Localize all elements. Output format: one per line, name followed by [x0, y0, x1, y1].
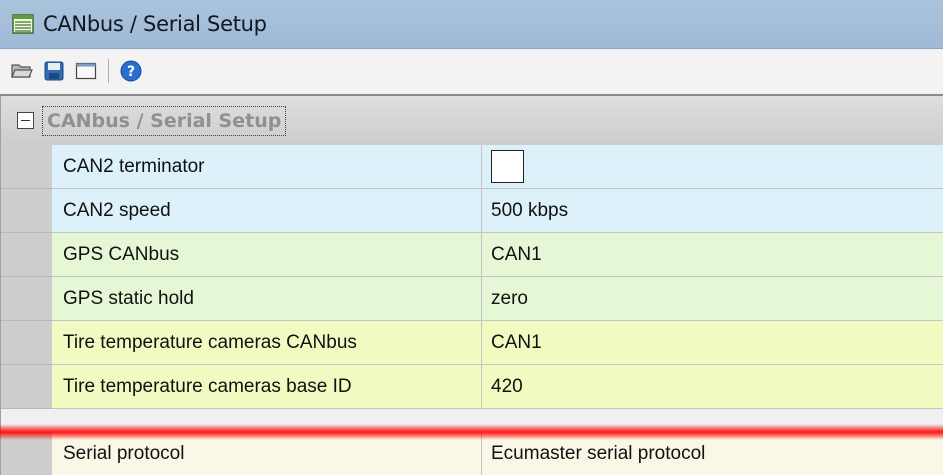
- property-row-can2-terminator[interactable]: CAN2 terminator: [1, 145, 943, 189]
- help-icon[interactable]: ?: [119, 59, 143, 83]
- property-row-gps-static-hold[interactable]: GPS static hold zero: [1, 277, 943, 321]
- property-row-gps-canbus[interactable]: GPS CANbus CAN1: [1, 233, 943, 277]
- open-folder-icon[interactable]: [10, 59, 34, 83]
- property-value[interactable]: CAN1: [482, 233, 943, 277]
- window-title: CANbus / Serial Setup: [43, 12, 267, 36]
- table-icon: [12, 14, 34, 34]
- property-name: CAN2 terminator: [52, 145, 482, 189]
- row-gutter: [1, 189, 52, 233]
- property-row-tire-temp-base-id[interactable]: Tire temperature cameras base ID 420: [1, 365, 943, 409]
- property-row-can2-speed[interactable]: CAN2 speed 500 kbps: [1, 189, 943, 233]
- property-value[interactable]: Ecumaster serial protocol: [482, 432, 943, 475]
- property-value[interactable]: 420: [482, 365, 943, 409]
- toolbar-separator: [108, 59, 109, 83]
- property-row-tire-temp-canbus[interactable]: Tire temperature cameras CANbus CAN1: [1, 321, 943, 365]
- title-bar: CANbus / Serial Setup: [0, 0, 943, 49]
- property-value[interactable]: [482, 145, 943, 189]
- property-value[interactable]: zero: [482, 277, 943, 321]
- property-grid: CANbus / Serial Setup CAN2 terminator CA…: [0, 94, 943, 475]
- property-name: GPS static hold: [52, 277, 482, 321]
- category-label: CANbus / Serial Setup: [42, 105, 287, 136]
- window-icon[interactable]: [74, 59, 98, 83]
- property-value[interactable]: CAN1: [482, 321, 943, 365]
- row-gutter: [1, 365, 52, 409]
- property-name: Serial protocol: [52, 432, 482, 475]
- property-name: CAN2 speed: [52, 189, 482, 233]
- row-gutter: [1, 432, 52, 475]
- svg-text:?: ?: [127, 64, 135, 80]
- property-name: Tire temperature cameras CANbus: [52, 321, 482, 365]
- collapse-icon[interactable]: [17, 112, 34, 129]
- can2-terminator-checkbox[interactable]: [491, 150, 524, 183]
- save-icon[interactable]: [42, 59, 66, 83]
- property-row-serial-protocol[interactable]: Serial protocol Ecumaster serial protoco…: [1, 432, 943, 475]
- row-gutter: [1, 277, 52, 321]
- toolbar: ?: [0, 49, 943, 93]
- property-name: GPS CANbus: [52, 233, 482, 277]
- row-gutter: [1, 145, 52, 189]
- canbus-serial-setup-window: CANbus / Serial Setup ? CANbus / Serial …: [0, 0, 943, 475]
- category-header[interactable]: CANbus / Serial Setup: [1, 96, 943, 145]
- row-gutter: [1, 321, 52, 365]
- property-name: Tire temperature cameras base ID: [52, 365, 482, 409]
- property-value[interactable]: 500 kbps: [482, 189, 943, 233]
- row-gutter: [1, 233, 52, 277]
